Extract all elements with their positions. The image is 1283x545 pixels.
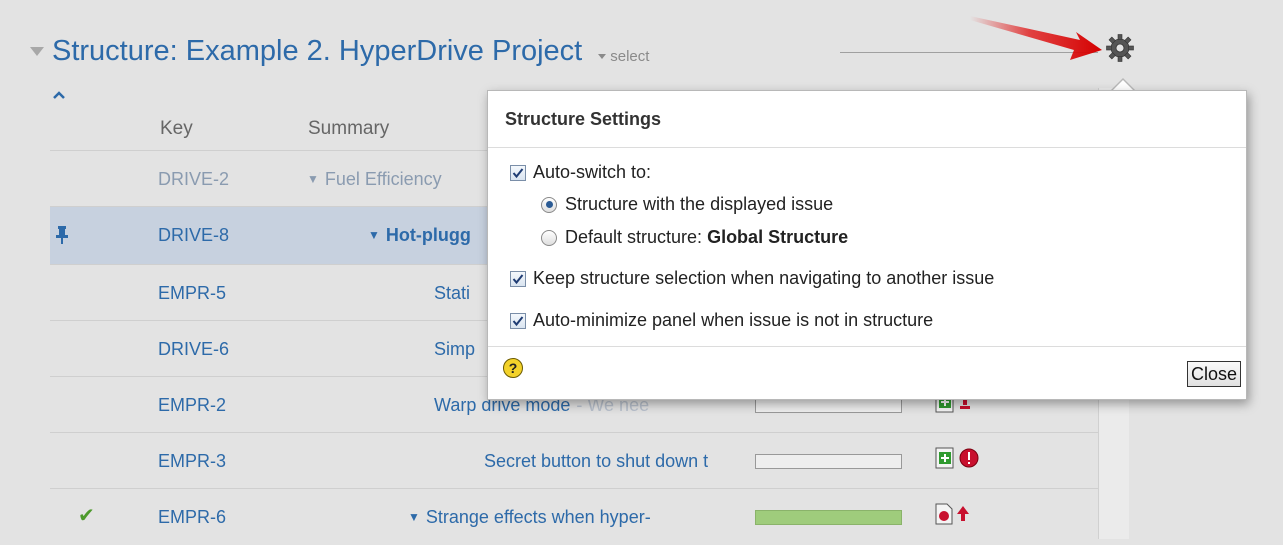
- radio-displayed-label: Structure with the displayed issue: [565, 194, 834, 214]
- popup-title: Structure Settings: [488, 91, 1246, 148]
- column-header-summary[interactable]: Summary: [308, 118, 389, 140]
- expand-toggle-icon[interactable]: ▼: [368, 228, 380, 242]
- progress-bar: [755, 398, 902, 413]
- help-icon[interactable]: ?: [503, 358, 523, 378]
- priority-critical-icon: [959, 448, 979, 468]
- resolved-check-icon: ✔: [78, 505, 95, 527]
- auto-switch-label: Auto-switch to:: [533, 162, 652, 182]
- new-feature-icon: [935, 447, 954, 469]
- keep-selection-checkbox[interactable]: [510, 270, 526, 287]
- structure-header: Structure: Example 2. HyperDrive Project…: [30, 26, 649, 76]
- issue-key[interactable]: DRIVE-8: [158, 207, 288, 263]
- checkmark-icon: [512, 273, 524, 284]
- collapse-panel-icon[interactable]: [30, 46, 44, 56]
- radio-displayed-issue-option[interactable]: Structure with the displayed issue: [541, 194, 833, 215]
- radio-displayed-issue[interactable]: [541, 196, 557, 213]
- table-row[interactable]: EMPR-3 Secret button to shut down t: [50, 432, 1098, 489]
- issue-icons: [935, 447, 980, 469]
- issue-key[interactable]: EMPR-5: [158, 265, 288, 321]
- collapse-all-icon[interactable]: [52, 90, 66, 100]
- keep-selection-option[interactable]: Keep structure selection when navigating…: [510, 268, 994, 289]
- structure-select-dropdown[interactable]: select: [598, 48, 649, 65]
- bug-icon: [935, 503, 953, 525]
- issue-key[interactable]: EMPR-6: [158, 489, 288, 545]
- pin-icon[interactable]: [56, 225, 68, 245]
- auto-switch-checkbox[interactable]: [510, 164, 526, 181]
- issue-key[interactable]: EMPR-3: [158, 433, 288, 489]
- radio-default-label: Default structure:: [565, 227, 703, 247]
- red-pointer-arrow-icon: [970, 16, 1102, 60]
- priority-major-icon: [957, 506, 969, 521]
- popup-footer: ? Close: [488, 346, 1246, 399]
- issue-summary[interactable]: ▼ Fuel Efficiency: [307, 151, 507, 207]
- auto-minimize-option[interactable]: Auto-minimize panel when issue is not in…: [510, 310, 933, 331]
- expand-toggle-icon[interactable]: ▼: [307, 172, 319, 186]
- default-structure-name: Global Structure: [707, 227, 849, 247]
- auto-minimize-label: Auto-minimize panel when issue is not in…: [533, 310, 934, 330]
- close-button[interactable]: Close: [1186, 361, 1241, 387]
- page-title: Structure: Example 2. HyperDrive Project: [52, 34, 583, 67]
- issue-summary[interactable]: ▼ Strange effects when hyper-: [408, 489, 748, 545]
- issue-key[interactable]: DRIVE-6: [158, 321, 288, 377]
- radio-selected-dot: [545, 201, 553, 208]
- radio-default-structure-option[interactable]: Default structure: Global Structure: [541, 227, 848, 248]
- table-row[interactable]: ✔ EMPR-6 ▼ Strange effects when hyper-: [50, 488, 1098, 540]
- structure-settings-popup: Structure Settings Auto-switch to: Struc…: [487, 90, 1247, 400]
- issue-key[interactable]: EMPR-2: [158, 377, 288, 433]
- progress-bar: [755, 454, 902, 469]
- column-header-key[interactable]: Key: [160, 118, 193, 140]
- checkmark-icon: [512, 167, 524, 178]
- checkmark-icon: [512, 315, 524, 326]
- auto-minimize-checkbox[interactable]: [510, 312, 526, 329]
- issue-icons: [935, 503, 970, 525]
- select-label: select: [610, 47, 650, 65]
- issue-summary[interactable]: Secret button to shut down t: [484, 433, 749, 489]
- keep-selection-label: Keep structure selection when navigating…: [533, 268, 995, 288]
- auto-switch-option[interactable]: Auto-switch to:: [510, 162, 651, 183]
- expand-toggle-icon[interactable]: ▼: [408, 510, 420, 524]
- issue-key[interactable]: DRIVE-2: [158, 151, 288, 207]
- progress-bar: [755, 510, 902, 525]
- chevron-down-icon: [598, 53, 607, 59]
- gear-icon[interactable]: [1105, 33, 1135, 63]
- radio-default-structure[interactable]: [541, 229, 557, 246]
